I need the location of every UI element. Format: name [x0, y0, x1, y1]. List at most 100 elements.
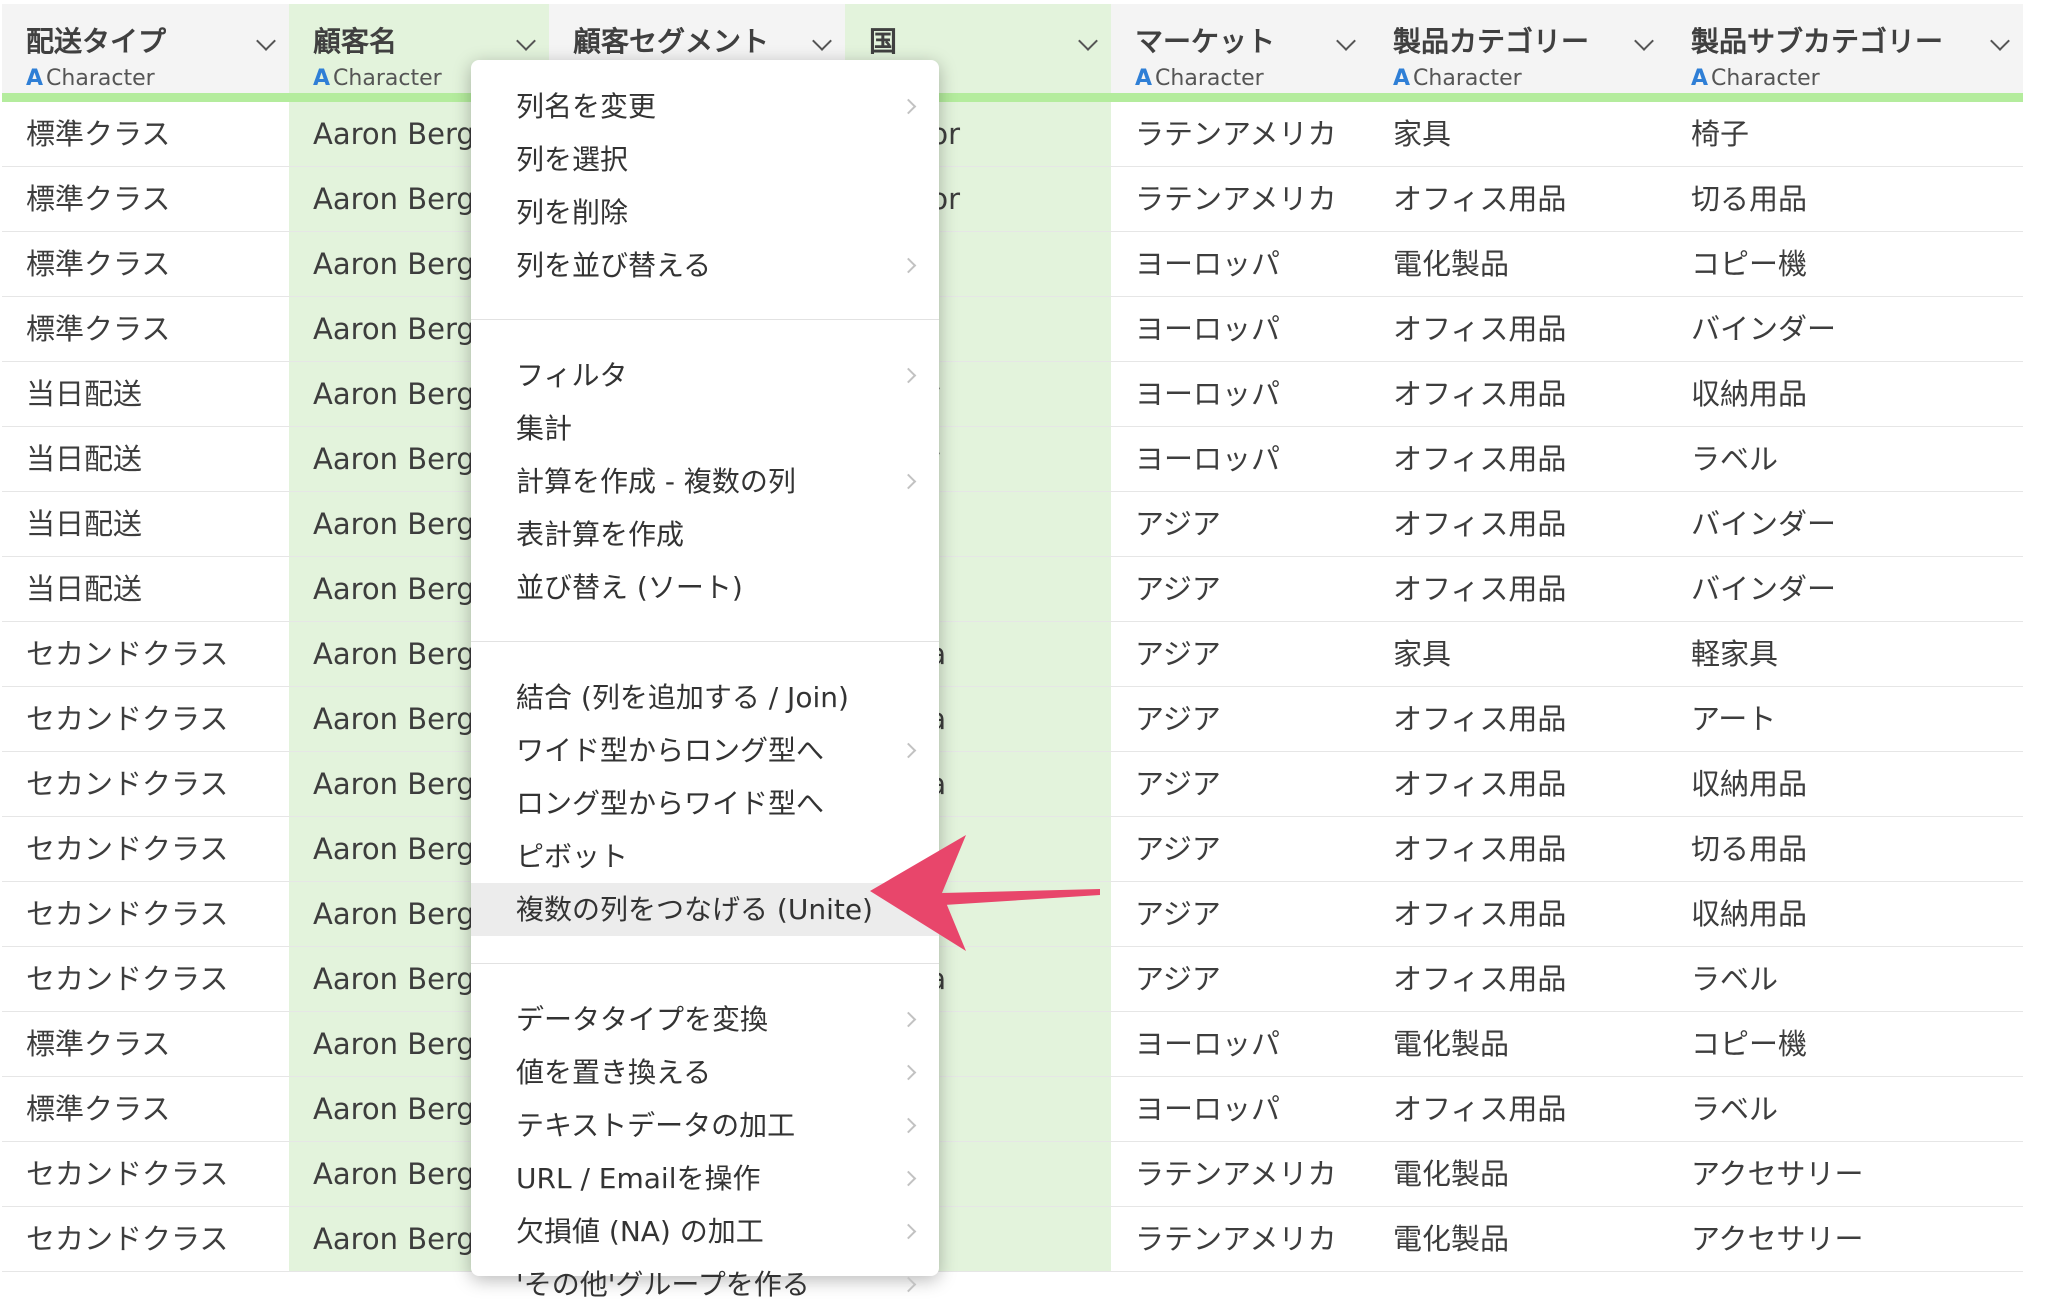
table-cell[interactable]: セカンドクラス	[2, 1207, 289, 1272]
table-cell[interactable]: 収納用品	[1667, 882, 2023, 947]
menu-item[interactable]: ロング型からワイド型へ	[471, 777, 939, 830]
table-cell[interactable]: オフィス用品	[1369, 297, 1667, 362]
table-cell[interactable]: 電化製品	[1369, 1142, 1667, 1207]
table-cell[interactable]: オフィス用品	[1369, 167, 1667, 232]
table-cell[interactable]: 収納用品	[1667, 362, 2023, 427]
table-cell[interactable]: バインダー	[1667, 492, 2023, 557]
table-cell[interactable]: 標準クラス	[2, 102, 289, 167]
table-cell[interactable]: 椅子	[1667, 102, 2023, 167]
table-cell[interactable]: 切る用品	[1667, 817, 2023, 882]
column-type: A Character	[1393, 66, 1667, 91]
column-type-label: Character	[1155, 66, 1264, 91]
table-cell[interactable]: コピー機	[1667, 232, 2023, 297]
table-cell[interactable]: アクセサリー	[1667, 1142, 2023, 1207]
table-cell[interactable]: 当日配送	[2, 362, 289, 427]
table-cell[interactable]: バインダー	[1667, 557, 2023, 622]
table-cell[interactable]: オフィス用品	[1369, 1077, 1667, 1142]
table-cell[interactable]: 標準クラス	[2, 232, 289, 297]
menu-item[interactable]: 列を並び替える	[471, 239, 939, 292]
table-cell[interactable]: アジア	[1111, 817, 1369, 882]
table-cell[interactable]: ラテンアメリカ	[1111, 102, 1369, 167]
menu-item[interactable]: 結合 (列を追加する / Join)	[471, 671, 939, 724]
table-cell[interactable]: アジア	[1111, 622, 1369, 687]
menu-divider	[471, 641, 939, 642]
table-cell[interactable]: オフィス用品	[1369, 557, 1667, 622]
menu-item[interactable]: 列を削除	[471, 186, 939, 239]
table-cell[interactable]: セカンドクラス	[2, 817, 289, 882]
table-cell[interactable]: セカンドクラス	[2, 947, 289, 1012]
table-cell[interactable]: オフィス用品	[1369, 947, 1667, 1012]
table-cell[interactable]: オフィス用品	[1369, 492, 1667, 557]
table-cell[interactable]: ラベル	[1667, 947, 2023, 1012]
table-cell[interactable]: アジア	[1111, 492, 1369, 557]
table-cell[interactable]: 電化製品	[1369, 1207, 1667, 1272]
table-cell[interactable]: オフィス用品	[1369, 362, 1667, 427]
table-cell[interactable]: 標準クラス	[2, 297, 289, 362]
table-cell[interactable]: オフィス用品	[1369, 752, 1667, 817]
table-cell[interactable]: セカンドクラス	[2, 752, 289, 817]
table-cell[interactable]: ヨーロッパ	[1111, 1012, 1369, 1077]
table-cell[interactable]: オフィス用品	[1369, 427, 1667, 492]
table-cell[interactable]: 軽家具	[1667, 622, 2023, 687]
menu-item[interactable]: 計算を作成 - 複数の列	[471, 455, 939, 508]
table-cell[interactable]: 切る用品	[1667, 167, 2023, 232]
table-cell[interactable]: 電化製品	[1369, 1012, 1667, 1077]
table-cell[interactable]: オフィス用品	[1369, 817, 1667, 882]
menu-item[interactable]: URL / Emailを操作	[471, 1152, 939, 1205]
menu-item-label: 集計	[516, 412, 573, 445]
table-cell[interactable]: ラテンアメリカ	[1111, 1207, 1369, 1272]
table-cell[interactable]: セカンドクラス	[2, 622, 289, 687]
column-header[interactable]: 配送タイプ A Character	[2, 4, 289, 102]
table-cell[interactable]: セカンドクラス	[2, 687, 289, 752]
table-cell[interactable]: ラベル	[1667, 1077, 2023, 1142]
table-cell[interactable]: ヨーロッパ	[1111, 297, 1369, 362]
table-cell[interactable]: アジア	[1111, 687, 1369, 752]
table-cell[interactable]: セカンドクラス	[2, 1142, 289, 1207]
table-cell[interactable]: アート	[1667, 687, 2023, 752]
menu-item[interactable]: フィルタ	[471, 349, 939, 402]
menu-item[interactable]: ピボット	[471, 830, 939, 883]
table-cell[interactable]: ヨーロッパ	[1111, 427, 1369, 492]
table-cell[interactable]: 標準クラス	[2, 1012, 289, 1077]
table-cell[interactable]: ラテンアメリカ	[1111, 167, 1369, 232]
table-cell[interactable]: コピー機	[1667, 1012, 2023, 1077]
table-cell[interactable]: ヨーロッパ	[1111, 1077, 1369, 1142]
menu-item[interactable]: 値を置き換える	[471, 1046, 939, 1099]
menu-item[interactable]: テキストデータの加工	[471, 1099, 939, 1152]
table-cell[interactable]: 当日配送	[2, 427, 289, 492]
table-cell[interactable]: 標準クラス	[2, 167, 289, 232]
menu-item[interactable]: ワイド型からロング型へ	[471, 724, 939, 777]
table-cell[interactable]: アクセサリー	[1667, 1207, 2023, 1272]
table-cell[interactable]: ラベル	[1667, 427, 2023, 492]
menu-item[interactable]: 欠損値 (NA) の加工	[471, 1205, 939, 1258]
table-cell[interactable]: アジア	[1111, 557, 1369, 622]
table-cell[interactable]: バインダー	[1667, 297, 2023, 362]
table-cell[interactable]: アジア	[1111, 947, 1369, 1012]
table-cell[interactable]: 当日配送	[2, 492, 289, 557]
table-cell[interactable]: セカンドクラス	[2, 882, 289, 947]
table-cell[interactable]: 標準クラス	[2, 1077, 289, 1142]
table-cell[interactable]: 当日配送	[2, 557, 289, 622]
menu-item[interactable]: データタイプを変換	[471, 993, 939, 1046]
table-cell[interactable]: ラテンアメリカ	[1111, 1142, 1369, 1207]
menu-item[interactable]: 表計算を作成	[471, 508, 939, 561]
menu-item[interactable]: 集計	[471, 402, 939, 455]
column-header[interactable]: 製品カテゴリー A Character	[1369, 4, 1667, 102]
table-cell[interactable]: オフィス用品	[1369, 687, 1667, 752]
table-cell[interactable]: 家具	[1369, 102, 1667, 167]
table-cell[interactable]: オフィス用品	[1369, 882, 1667, 947]
table-cell[interactable]: ヨーロッパ	[1111, 232, 1369, 297]
menu-item[interactable]: 複数の列をつなげる (Unite)	[471, 883, 939, 936]
table-cell[interactable]: 電化製品	[1369, 232, 1667, 297]
column-header[interactable]: 製品サブカテゴリー A Character	[1667, 4, 2023, 102]
menu-item[interactable]: 列名を変更	[471, 80, 939, 133]
menu-item[interactable]: 'その他'グループを作る	[471, 1258, 939, 1311]
table-cell[interactable]: ヨーロッパ	[1111, 362, 1369, 427]
menu-item[interactable]: 列を選択	[471, 133, 939, 186]
table-cell[interactable]: アジア	[1111, 882, 1369, 947]
table-cell[interactable]: 家具	[1369, 622, 1667, 687]
column-header[interactable]: マーケット A Character	[1111, 4, 1369, 102]
table-cell[interactable]: 収納用品	[1667, 752, 2023, 817]
table-cell[interactable]: アジア	[1111, 752, 1369, 817]
menu-item[interactable]: 並び替え (ソート)	[471, 561, 939, 614]
